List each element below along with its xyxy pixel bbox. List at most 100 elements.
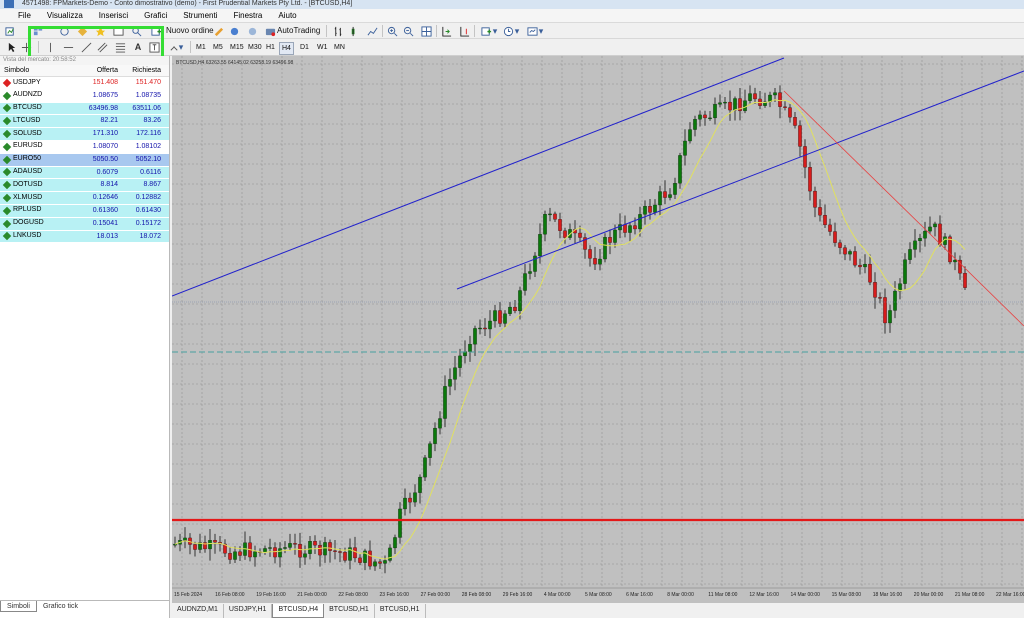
timeframe-d1[interactable]: D1 bbox=[298, 42, 311, 53]
timeframe-m15[interactable]: M15 bbox=[228, 42, 246, 53]
chart-tab[interactable]: AUDNZD,M1 bbox=[172, 604, 224, 618]
candle bbox=[478, 327, 482, 330]
tile-windows-icon[interactable] bbox=[420, 25, 432, 37]
line-chart-icon[interactable] bbox=[366, 25, 378, 37]
timeframe-m1[interactable]: M1 bbox=[194, 42, 208, 53]
column-symbol[interactable]: Simbolo bbox=[0, 65, 75, 76]
candle bbox=[948, 236, 952, 263]
market-watch-row[interactable]: RPLUSD 0.61360 0.61430 bbox=[0, 204, 169, 218]
x-tick-label: 22 Feb 08:00 bbox=[338, 592, 368, 598]
chart-tab[interactable]: USDJPY,H1 bbox=[224, 604, 273, 618]
x-tick-label: 15 Feb 2024 bbox=[174, 592, 202, 598]
candle bbox=[888, 310, 892, 324]
candle bbox=[733, 98, 737, 111]
candle bbox=[418, 476, 422, 493]
tab-symbols[interactable]: Simboli bbox=[0, 601, 37, 612]
tab-tick-chart[interactable]: Grafico tick bbox=[37, 601, 84, 612]
chart-tab[interactable]: BTCUSD,H1 bbox=[324, 604, 375, 618]
signals-icon[interactable] bbox=[228, 25, 240, 37]
chevron-down-icon[interactable]: ▾ bbox=[492, 25, 498, 37]
market-watch-row[interactable]: LTCUSD 82.21 83.26 bbox=[0, 115, 169, 129]
market-watch-row[interactable]: AUDNZD 1.08675 1.08735 bbox=[0, 90, 169, 103]
cursor-icon[interactable] bbox=[6, 41, 18, 53]
candlestick-icon[interactable] bbox=[348, 25, 360, 37]
zoom-out-icon[interactable] bbox=[402, 25, 414, 37]
timeframe-m5[interactable]: M5 bbox=[211, 42, 225, 53]
indicators-icon[interactable] bbox=[480, 25, 492, 37]
symbol-name: XLMUSD bbox=[13, 193, 43, 201]
new-chart-icon[interactable] bbox=[4, 25, 16, 37]
candle bbox=[398, 508, 402, 538]
candle bbox=[473, 328, 477, 345]
market-watch-row[interactable]: SOLUSD 171.310 172.116 bbox=[0, 128, 169, 141]
zoom-in-icon[interactable] bbox=[386, 25, 398, 37]
column-ask[interactable]: Richiesta bbox=[118, 65, 165, 76]
market-watch-row[interactable]: EURUSD 1.08070 1.08102 bbox=[0, 141, 169, 154]
market-watch-row[interactable]: BTCUSD 63496.98 63511.06 bbox=[0, 102, 169, 116]
autotrading-button[interactable]: AutoTrading bbox=[277, 25, 320, 37]
timeframe-mn[interactable]: MN bbox=[332, 42, 347, 53]
periodicity-icon[interactable] bbox=[502, 25, 514, 37]
candle bbox=[303, 553, 307, 558]
templates-icon[interactable] bbox=[526, 25, 538, 37]
menu-view[interactable]: Visualizza bbox=[39, 9, 91, 23]
x-tick-label: 20 Mar 00:00 bbox=[914, 592, 944, 598]
candle bbox=[623, 224, 627, 233]
timeframe-m30[interactable]: M30 bbox=[246, 42, 264, 53]
market-watch-row[interactable]: DOTUSD 8.814 8.867 bbox=[0, 179, 169, 193]
menu-help[interactable]: Aiuto bbox=[270, 9, 304, 23]
menu-insert[interactable]: Inserisci bbox=[91, 9, 136, 23]
menu-tools[interactable]: Strumenti bbox=[175, 9, 225, 23]
green-diamond-icon bbox=[2, 142, 12, 152]
price-chart[interactable]: 15 Feb 2024 16 Feb 08:00 19 Feb 16:00 21 Fe… bbox=[171, 56, 1024, 603]
candle bbox=[268, 547, 272, 549]
timeframe-w1[interactable]: W1 bbox=[315, 42, 330, 53]
timeframe-h1[interactable]: H1 bbox=[264, 42, 277, 53]
menu-window[interactable]: Finestra bbox=[225, 9, 270, 23]
column-bid[interactable]: Offerta bbox=[75, 65, 118, 76]
market-watch-row[interactable]: DOGUSD 0.15041 0.15172 bbox=[0, 217, 169, 231]
menu-file[interactable]: File bbox=[4, 9, 39, 23]
candle bbox=[633, 225, 637, 230]
bid-cell: 0.61360 bbox=[92, 206, 118, 214]
market-watch-row[interactable]: USDJPY 151.408 151.470 bbox=[0, 77, 169, 90]
candle bbox=[288, 543, 292, 548]
x-tick-label: 27 Feb 00:00 bbox=[421, 592, 451, 598]
chevron-down-icon[interactable]: ▾ bbox=[178, 41, 184, 53]
new-order-button[interactable]: Nuovo ordine bbox=[166, 25, 214, 37]
autotrading-icon[interactable] bbox=[264, 25, 276, 37]
chart-window[interactable]: 15 Feb 2024 16 Feb 08:00 19 Feb 16:00 21 Fe… bbox=[171, 56, 1024, 603]
timeframe-h4[interactable]: H4 bbox=[279, 42, 294, 55]
metaeditor-icon[interactable] bbox=[212, 25, 224, 37]
chart-tab-active[interactable]: BTCUSD,H4 bbox=[272, 604, 325, 618]
candle bbox=[553, 213, 557, 220]
market-watch-row[interactable]: EURO50 5050.50 5052.10 bbox=[0, 153, 169, 167]
chart-tab[interactable]: BTCUSD,H1 bbox=[375, 604, 426, 618]
market-watch-row[interactable]: XLMUSD 0.12646 0.12882 bbox=[0, 192, 169, 205]
auto-scroll-icon[interactable] bbox=[440, 25, 452, 37]
market-icon[interactable] bbox=[246, 25, 258, 37]
candle bbox=[408, 497, 412, 503]
candle bbox=[358, 557, 362, 563]
bar-chart-icon[interactable] bbox=[332, 25, 344, 37]
symbol-cell: EURUSD bbox=[0, 141, 75, 153]
chevron-down-icon[interactable]: ▾ bbox=[514, 25, 520, 37]
candle bbox=[778, 92, 782, 107]
candle bbox=[253, 551, 257, 558]
menu-charts[interactable]: Grafici bbox=[136, 9, 175, 23]
candle bbox=[558, 219, 562, 231]
candle bbox=[813, 190, 817, 208]
bid-cell: 0.12646 bbox=[92, 194, 118, 202]
market-watch-row[interactable]: LNKUSD 18.013 18.072 bbox=[0, 230, 169, 244]
candle bbox=[523, 273, 527, 291]
red-diamond-icon bbox=[2, 78, 12, 88]
chevron-down-icon[interactable]: ▾ bbox=[538, 25, 544, 37]
candle bbox=[293, 543, 297, 545]
chart-shift-icon[interactable] bbox=[458, 25, 470, 37]
candle bbox=[883, 297, 887, 324]
candle bbox=[923, 230, 927, 239]
market-watch-row[interactable]: ADAUSD 0.6079 0.6116 bbox=[0, 166, 169, 180]
x-tick-label: 14 Mar 00:00 bbox=[791, 592, 821, 598]
green-diamond-icon bbox=[2, 206, 12, 216]
candle bbox=[438, 418, 442, 429]
